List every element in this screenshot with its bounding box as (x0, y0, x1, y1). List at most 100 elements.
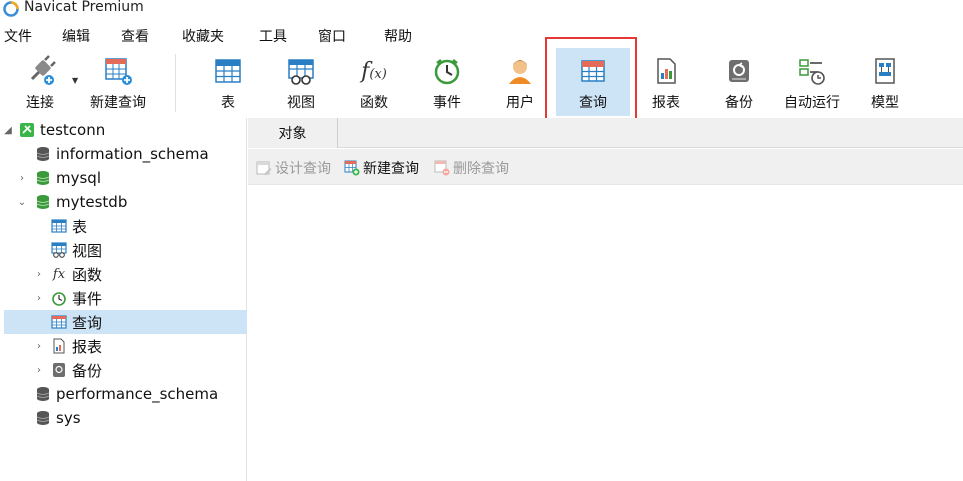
toolbar-tables-button[interactable]: 表 (195, 48, 261, 116)
toolbar-automation-button[interactable]: 自动运行 (779, 48, 845, 116)
title-bar: Navicat Premium (0, 0, 963, 18)
chevron-right-icon[interactable]: › (33, 364, 45, 376)
toolbar-backup-button[interactable]: 备份 (706, 48, 772, 116)
toolbar-views-button[interactable]: 视图 (268, 48, 334, 116)
report-icon (50, 337, 68, 355)
database-icon (34, 169, 52, 187)
database-icon (34, 145, 52, 163)
tree-connection-label: testconn (40, 121, 106, 139)
chevron-right-icon[interactable]: › (16, 172, 28, 184)
design-query-icon (256, 160, 272, 176)
database-icon (34, 385, 52, 403)
new-query-toolbar-label: 新建查询 (90, 95, 146, 111)
tree-item-functions[interactable]: › fx 函数 (0, 262, 247, 286)
navicat-logo-icon (3, 1, 19, 17)
toolbar-queries-label: 查询 (579, 95, 607, 111)
design-query-button[interactable]: 设计查询 (256, 158, 331, 178)
menu-view[interactable]: 查看 (121, 26, 149, 46)
tree-node-label: 事件 (72, 289, 103, 308)
tree-node-label: 查询 (72, 313, 103, 332)
tree-item-reports[interactable]: › 报表 (0, 334, 247, 358)
view-icon (284, 54, 318, 88)
connect-dropdown-icon[interactable]: ▼ (72, 76, 78, 85)
new-query-icon (101, 54, 135, 88)
connect-label: 连接 (26, 95, 54, 111)
backup-icon (722, 54, 756, 88)
tree-node-label: 函数 (72, 265, 103, 284)
automation-icon (795, 54, 829, 88)
chevron-down-icon[interactable]: ⌄ (16, 196, 28, 208)
event-clock-icon (50, 289, 68, 307)
tree-db-mysql[interactable]: › mysql (0, 166, 247, 190)
tree-db-information-schema[interactable]: information_schema (0, 142, 247, 166)
tree-item-views[interactable]: 视图 (0, 238, 247, 262)
event-clock-icon (430, 54, 464, 88)
design-query-label: 设计查询 (275, 161, 331, 177)
tree-item-queries[interactable]: 查询 (4, 310, 247, 334)
plug-icon (23, 54, 57, 88)
connection-tree: ◢ testconn information_schema › mysql ⌄ … (0, 118, 247, 481)
tree-node-label: 报表 (72, 337, 103, 356)
window-title: Navicat Premium (24, 0, 144, 15)
toolbar-reports-button[interactable]: 报表 (633, 48, 699, 116)
toolbar-automation-label: 自动运行 (784, 95, 840, 111)
toolbar-users-button[interactable]: 用户 (487, 48, 553, 116)
report-icon (649, 54, 683, 88)
connect-button[interactable]: 连接 (12, 48, 68, 116)
menu-edit[interactable]: 编辑 (62, 26, 90, 46)
connection-icon (18, 121, 36, 139)
delete-query-button[interactable]: 删除查询 (434, 158, 509, 178)
tree-db-mytestdb[interactable]: ⌄ mytestdb (0, 190, 247, 214)
view-icon (50, 241, 68, 259)
delete-query-label: 删除查询 (453, 161, 509, 177)
menu-tools[interactable]: 工具 (259, 26, 287, 46)
toolbar-model-label: 模型 (871, 95, 899, 111)
tree-item-backups[interactable]: › 备份 (0, 358, 247, 382)
menu-window[interactable]: 窗口 (318, 26, 346, 46)
menu-favorites[interactable]: 收藏夹 (182, 26, 224, 46)
tab-strip: 对象 (248, 118, 963, 148)
toolbar-backup-label: 备份 (725, 95, 753, 111)
backup-icon (50, 361, 68, 379)
menu-bar: 文件 编辑 查看 收藏夹 工具 窗口 帮助 (0, 22, 963, 48)
delete-query-icon (434, 160, 450, 176)
tree-node-label: 视图 (72, 241, 103, 260)
tree-connection-testconn[interactable]: ◢ testconn (0, 118, 247, 142)
toolbar-functions-label: 函数 (360, 95, 388, 111)
menu-file[interactable]: 文件 (4, 26, 32, 46)
chevron-right-icon[interactable]: › (33, 268, 45, 280)
chevron-right-icon[interactable]: › (33, 340, 45, 352)
tree-node-label: mysql (56, 169, 101, 187)
query-icon (576, 54, 610, 88)
toolbar-functions-button[interactable]: f(x) 函数 (341, 48, 407, 116)
tree-item-tables[interactable]: 表 (0, 214, 247, 238)
new-query-toolbar-button[interactable]: 新建查询 (86, 48, 150, 116)
toolbar-separator (175, 54, 176, 112)
tree-node-label: mytestdb (56, 193, 128, 211)
toolbar-queries-button[interactable]: 查询 (556, 48, 630, 116)
tree-db-sys[interactable]: sys (0, 406, 247, 430)
tree-node-label: performance_schema (56, 385, 219, 403)
function-icon: f(x) (361, 58, 387, 84)
new-query-button[interactable]: 新建查询 (344, 158, 419, 178)
object-panel: 对象 设计查询 新建查询 删除查询 (248, 118, 963, 481)
new-query-label: 新建查询 (363, 161, 419, 177)
menu-help[interactable]: 帮助 (384, 26, 412, 46)
tree-item-events[interactable]: › 事件 (0, 286, 247, 310)
toolbar-reports-label: 报表 (652, 95, 680, 111)
tab-objects[interactable]: 对象 (248, 118, 338, 148)
object-toolbar: 设计查询 新建查询 删除查询 (248, 149, 963, 185)
chevron-down-icon[interactable]: ◢ (2, 124, 14, 136)
tree-node-label: 备份 (72, 361, 103, 380)
tree-node-label: 表 (72, 217, 88, 236)
toolbar-model-button[interactable]: 模型 (852, 48, 918, 116)
new-query-icon (344, 160, 360, 176)
model-icon (868, 54, 902, 88)
tree-db-performance-schema[interactable]: performance_schema (0, 382, 247, 406)
chevron-right-icon[interactable]: › (33, 292, 45, 304)
database-icon (34, 409, 52, 427)
function-icon: fx (52, 266, 66, 282)
toolbar-events-button[interactable]: 事件 (414, 48, 480, 116)
user-icon (503, 54, 537, 88)
database-icon (34, 193, 52, 211)
